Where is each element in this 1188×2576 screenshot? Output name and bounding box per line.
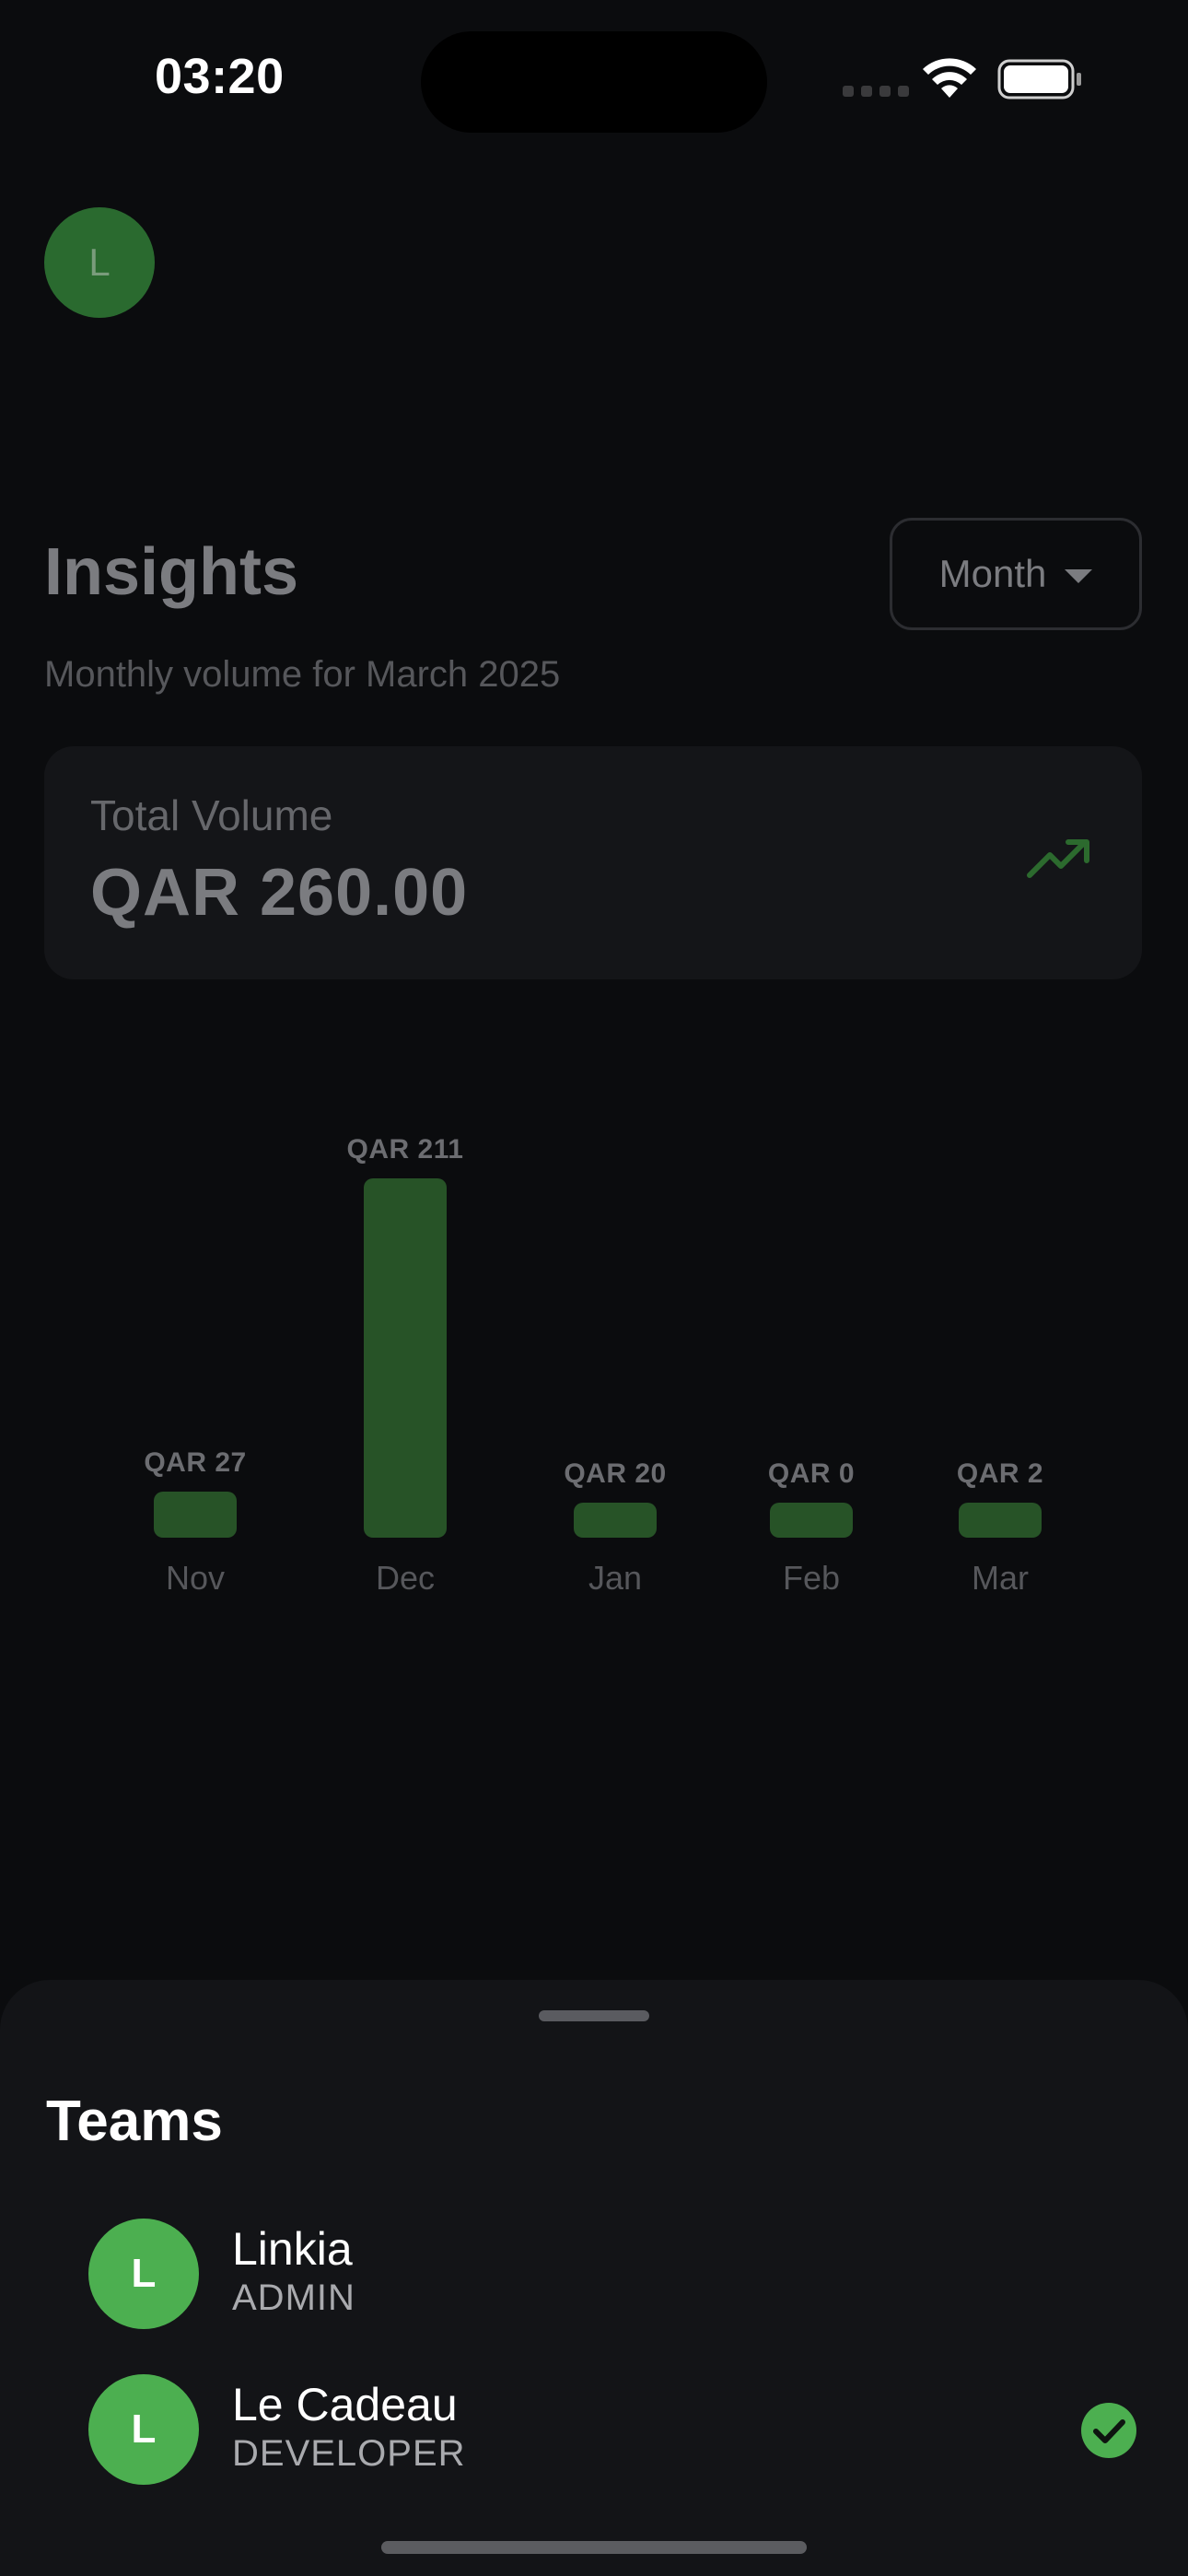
chart-category-label: Feb xyxy=(782,1559,841,1597)
monthly-volume-chart: QAR 27 Nov QAR 211 Dec QAR 20 Jan QAR 0 Feb QAR … xyxy=(0,0,1188,1658)
chart-bar-jan[interactable] xyxy=(574,1503,657,1538)
team-avatar: L xyxy=(88,2374,199,2485)
team-item-le-cadeau[interactable]: L Le Cadeau DEVELOPER xyxy=(0,2356,1188,2503)
chart-bar-dec[interactable] xyxy=(364,1178,447,1538)
team-name: Linkia xyxy=(232,2223,353,2275)
chart-category-label: Mar xyxy=(972,1559,1029,1597)
team-item-linkia[interactable]: L Linkia ADMIN xyxy=(0,2200,1188,2348)
chart-category-label: Dec xyxy=(375,1559,436,1597)
team-role: DEVELOPER xyxy=(232,2433,466,2474)
chart-category-label: Nov xyxy=(165,1559,226,1597)
chart-value-label: QAR 211 xyxy=(346,1134,464,1165)
teams-bottom-sheet: Teams L Linkia ADMIN L Le Cadeau DEVELOP… xyxy=(0,1980,1188,2576)
home-indicator[interactable] xyxy=(381,2541,807,2554)
chart-value-label: QAR 20 xyxy=(564,1458,667,1489)
chart-bar-mar[interactable] xyxy=(959,1503,1042,1538)
sheet-drag-handle[interactable] xyxy=(539,2010,649,2021)
chart-bar-nov[interactable] xyxy=(154,1492,237,1538)
team-role: ADMIN xyxy=(232,2277,355,2318)
team-avatar: L xyxy=(88,2219,199,2329)
chart-value-label: QAR 27 xyxy=(144,1447,247,1478)
team-name: Le Cadeau xyxy=(232,2379,458,2430)
sheet-title: Teams xyxy=(46,2090,223,2153)
chart-value-label: QAR 2 xyxy=(956,1458,1044,1489)
chart-value-label: QAR 0 xyxy=(767,1458,856,1489)
chart-bar-feb[interactable] xyxy=(770,1503,853,1538)
chart-category-label: Jan xyxy=(588,1559,643,1597)
selected-check-icon xyxy=(1081,2403,1136,2458)
